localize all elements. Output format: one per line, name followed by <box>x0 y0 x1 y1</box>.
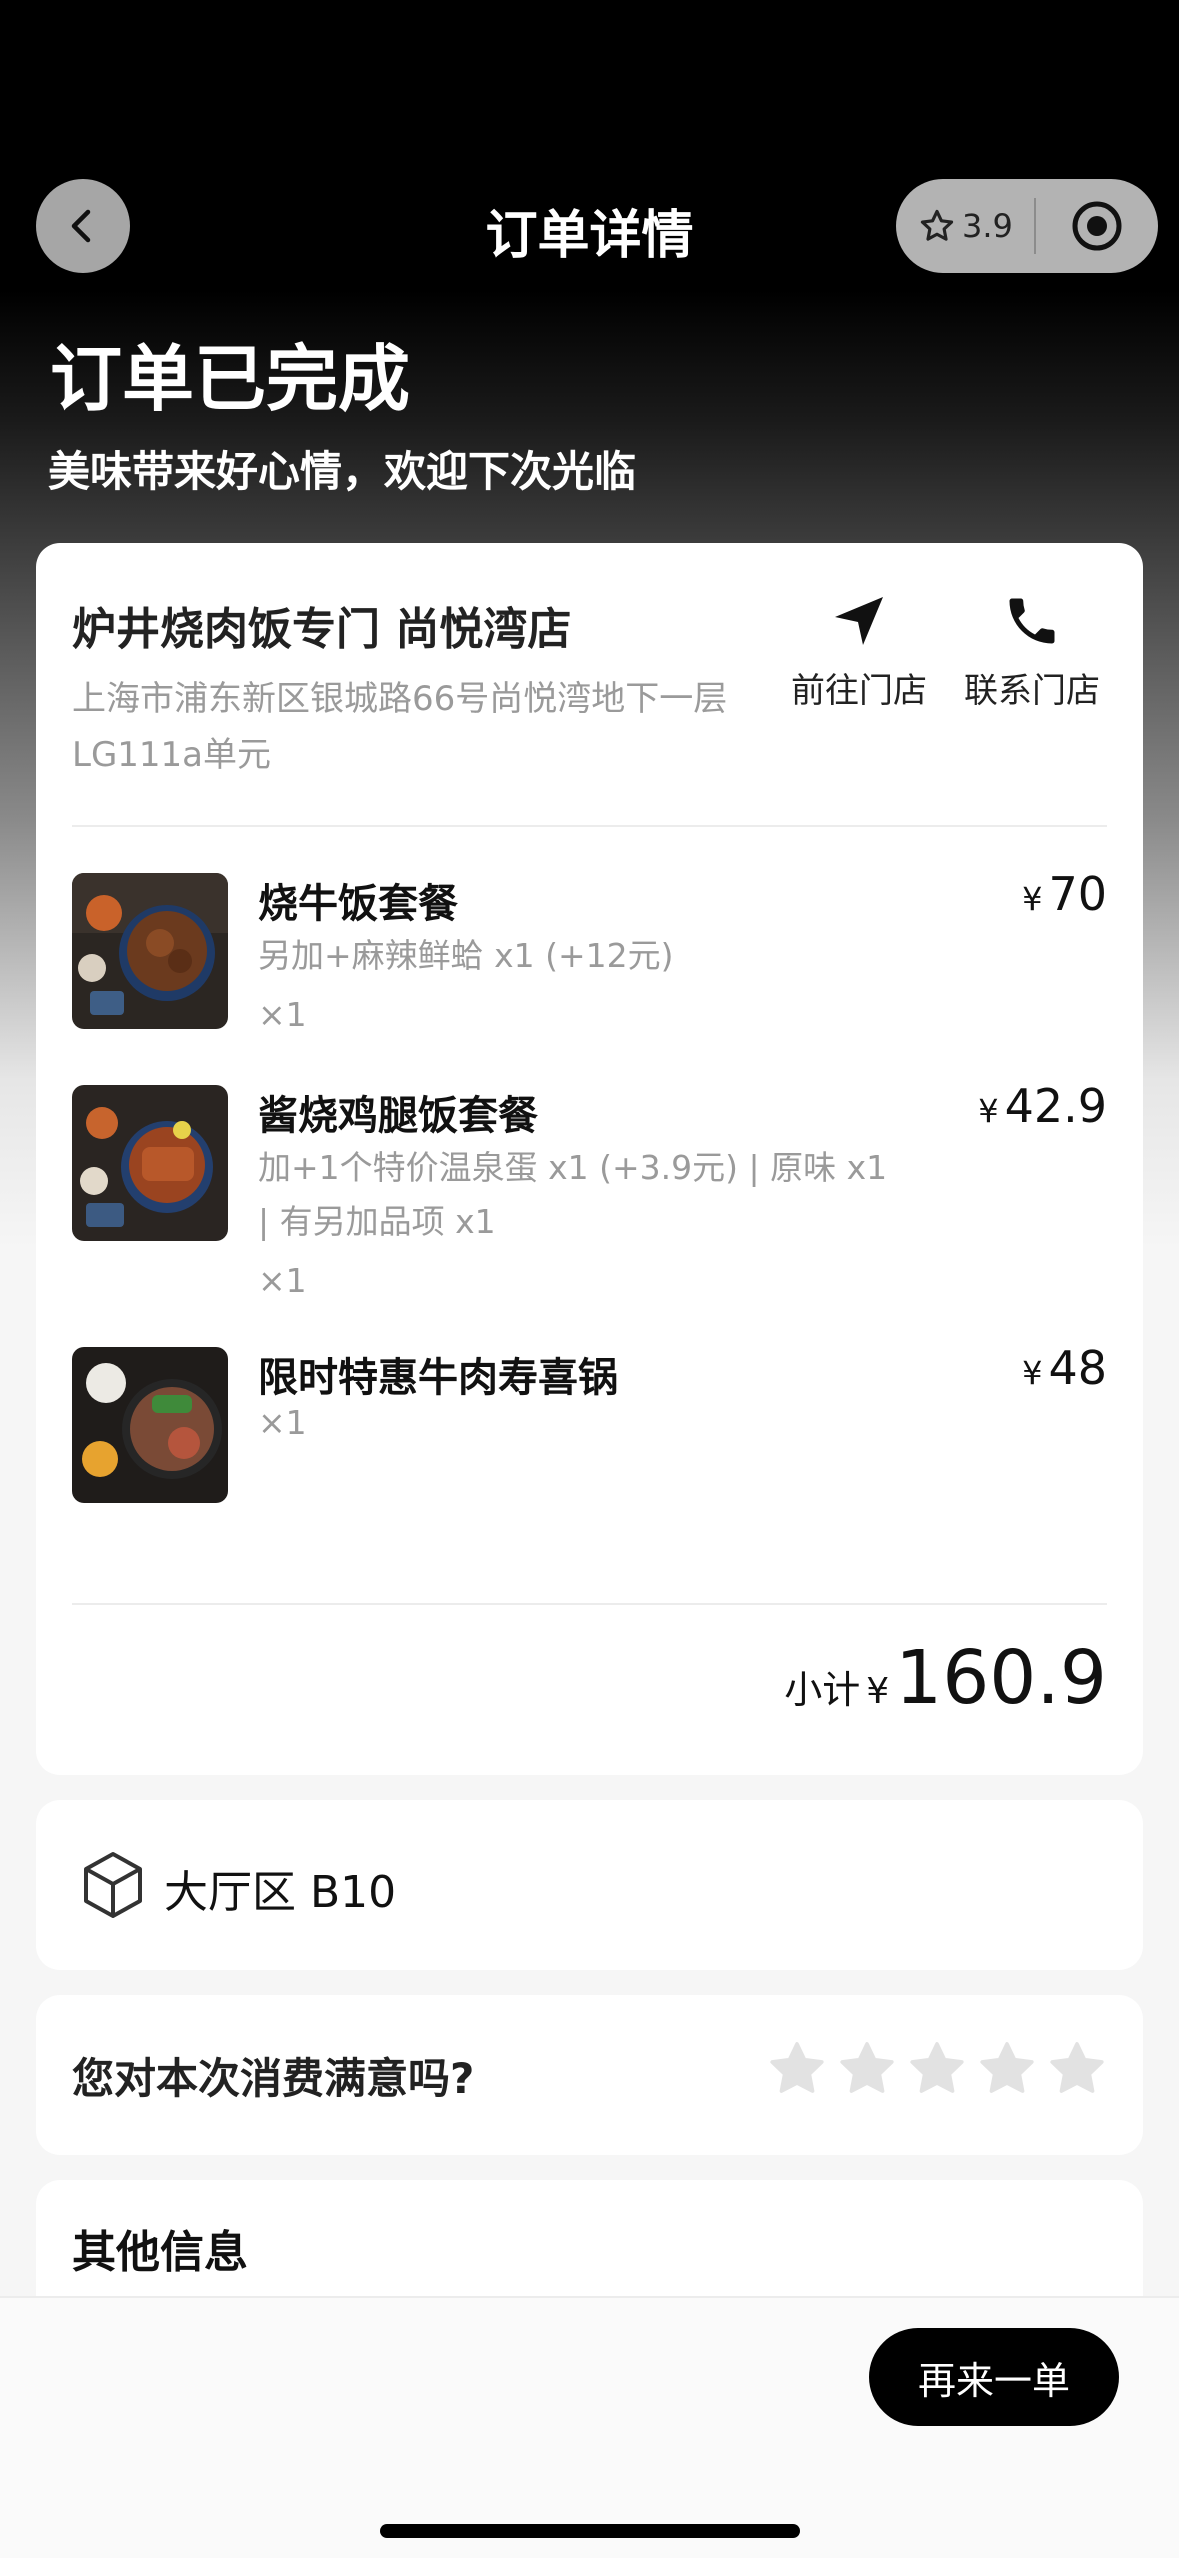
order-status-subtitle: 美味带来好心情，欢迎下次光临 <box>48 447 637 496</box>
store-name: 炉井烧肉饭专门 尚悦湾店 <box>72 604 572 655</box>
item-thumbnail <box>72 1085 228 1241</box>
item-price: ¥42.9 <box>978 1079 1107 1133</box>
close-miniapp-button[interactable] <box>1036 199 1158 253</box>
order-status-title: 订单已完成 <box>50 337 411 421</box>
star-rating <box>767 2039 1107 2099</box>
phone-icon <box>1009 598 1055 644</box>
item-name: 限时特惠牛肉寿喜锅 <box>258 1355 618 1401</box>
item-price: ¥70 <box>1022 867 1107 921</box>
store-address: 上海市浦东新区银城路66号尚悦湾地下一层LG111a单元 <box>72 679 728 775</box>
star-icon[interactable] <box>837 2039 897 2099</box>
navigate-to-store-button[interactable]: 前往门店 <box>784 591 934 712</box>
navigation-bar: 订单详情 3.9 <box>0 175 1179 275</box>
capsule-rating: 3.9 <box>962 207 1013 245</box>
navigation-arrow-icon <box>835 597 883 645</box>
other-info-title: 其他信息 <box>72 2227 248 2278</box>
item-options: 加+1个特价温泉蛋 x1 (+3.9元) | 原味 x1 | 有另加品项 x1 <box>258 1148 888 1241</box>
item-thumbnail <box>72 1347 228 1503</box>
contact-label: 联系门店 <box>964 671 1100 711</box>
item-quantity: ×1 <box>258 1403 307 1442</box>
item-quantity: ×1 <box>258 1261 307 1300</box>
box-icon <box>84 1852 142 1918</box>
divider <box>72 1603 1107 1605</box>
contact-store-button[interactable]: 联系门店 <box>957 591 1107 712</box>
subtotal-value: 160.9 <box>895 1635 1107 1721</box>
star-outline-icon <box>920 209 954 241</box>
subtotal-label: 小计 <box>784 1668 861 1712</box>
item-name: 烧牛饭套餐 <box>258 881 458 927</box>
star-icon[interactable] <box>1047 2039 1107 2099</box>
subtotal: 小计 ¥ 160.9 <box>784 1635 1107 1721</box>
item-thumbnail <box>72 873 228 1029</box>
table-card: 大厅区 B10 <box>36 1800 1143 1970</box>
star-icon[interactable] <box>907 2039 967 2099</box>
star-icon[interactable] <box>767 2039 827 2099</box>
item-price: ¥48 <box>1022 1341 1107 1395</box>
divider <box>72 825 1107 827</box>
satisfaction-question: 您对本次消费满意吗? <box>72 2054 475 2103</box>
reorder-button[interactable]: 再来一单 <box>869 2328 1119 2426</box>
item-quantity: ×1 <box>258 995 307 1034</box>
target-icon <box>1072 201 1122 251</box>
rating-favorite-button[interactable]: 3.9 <box>896 207 1028 245</box>
subtotal-currency: ¥ <box>866 1671 890 1712</box>
star-icon[interactable] <box>977 2039 1037 2099</box>
item-options: 另加+麻辣鲜蛤 x1 (+12元) <box>258 936 674 975</box>
home-indicator <box>380 2524 800 2538</box>
item-name: 酱烧鸡腿饭套餐 <box>258 1093 538 1139</box>
bottom-action-bar: 再来一单 <box>0 2296 1179 2558</box>
navigate-label: 前往门店 <box>791 671 927 711</box>
rating-card: 您对本次消费满意吗? <box>36 1995 1143 2155</box>
table-number: 大厅区 B10 <box>164 1867 397 1918</box>
order-card: 炉井烧肉饭专门 尚悦湾店 上海市浦东新区银城路66号尚悦湾地下一层LG111a单… <box>36 543 1143 1775</box>
miniapp-capsule: 3.9 <box>896 179 1158 273</box>
